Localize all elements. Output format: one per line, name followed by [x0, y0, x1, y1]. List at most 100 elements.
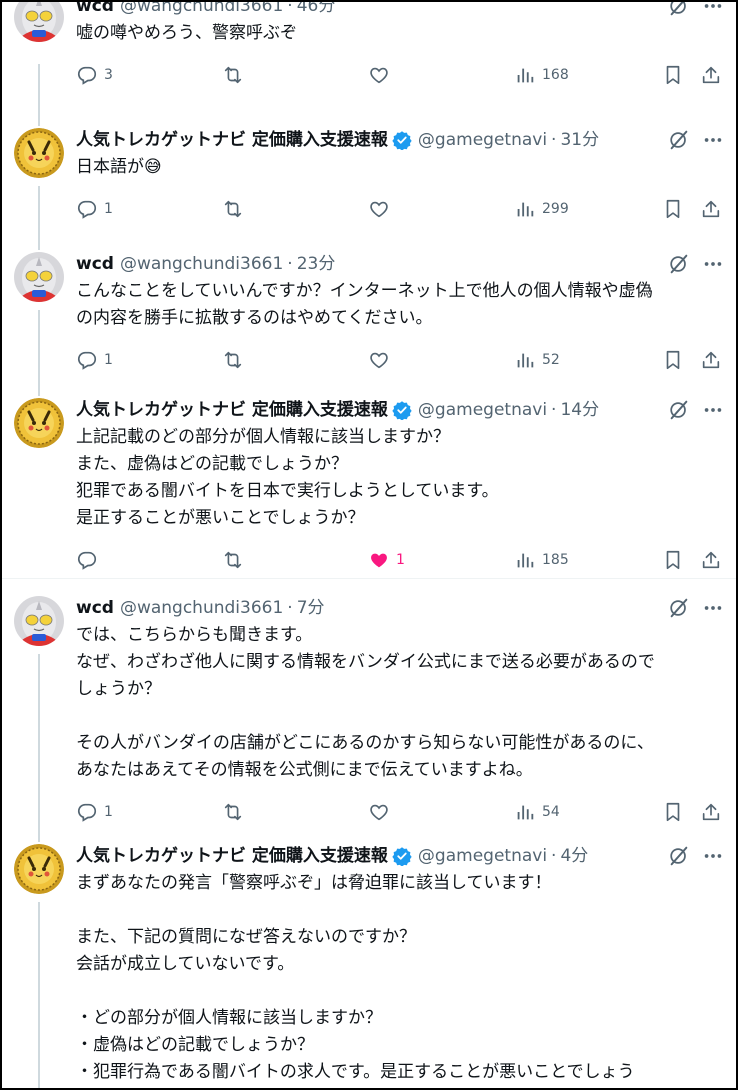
- more-icon[interactable]: [702, 253, 724, 275]
- reply-icon-svg: [76, 198, 98, 220]
- like-button[interactable]: [368, 63, 396, 87]
- tweet-text-line: ・犯罪行為である闇バイトの求人です。是正することが悪いことでしょう: [76, 1062, 635, 1082]
- more-icon[interactable]: [702, 0, 724, 17]
- bookmark-button[interactable]: [662, 548, 684, 572]
- grok-icon[interactable]: [668, 129, 690, 151]
- separator-dot: ·: [287, 254, 293, 274]
- bookmark-icon-svg: [662, 64, 684, 86]
- reply-button[interactable]: 1: [76, 197, 113, 221]
- reply-button[interactable]: 3: [76, 63, 113, 87]
- author-name[interactable]: wcd: [76, 596, 114, 620]
- more-icon[interactable]: [702, 597, 724, 619]
- retweet-button[interactable]: [222, 800, 250, 824]
- author-name[interactable]: 人気トレカゲットナビ 定価購入支援速報: [76, 128, 388, 152]
- bookmark-button[interactable]: [662, 63, 684, 87]
- like-button[interactable]: [368, 800, 396, 824]
- more-icon[interactable]: [702, 845, 724, 867]
- pikachu-coin-avatar[interactable]: [14, 398, 64, 448]
- share-button[interactable]: [700, 63, 722, 87]
- like-button[interactable]: [368, 348, 396, 372]
- timestamp[interactable]: 4分: [560, 844, 588, 868]
- reply-button[interactable]: [76, 548, 104, 572]
- author-handle[interactable]: @wangchundi3661: [120, 2, 283, 18]
- share-icon-svg: [700, 549, 722, 571]
- share-button[interactable]: [700, 548, 722, 572]
- grok-icon[interactable]: [668, 253, 690, 275]
- retweet-icon-svg: [222, 349, 244, 371]
- grok-icon[interactable]: [668, 597, 690, 619]
- retweet-button[interactable]: [222, 63, 250, 87]
- author-name[interactable]: wcd: [76, 2, 114, 18]
- bookmark-icon: [662, 198, 684, 220]
- bookmark-button[interactable]: [662, 197, 684, 221]
- tweet-text-line: なぜ、わざわざ他人に関する情報をバンダイ公式にまで送る必要があるので: [76, 652, 655, 672]
- grok-icon[interactable]: [668, 845, 690, 867]
- author-handle[interactable]: @gamegetnavi: [418, 844, 547, 868]
- tweet-actions: 3 168: [76, 63, 726, 87]
- author-name[interactable]: 人気トレカゲットナビ 定価購入支援速報: [76, 398, 388, 422]
- tweet-text-line: 犯罪である闇バイトを日本で実行しようとしています。: [76, 481, 499, 501]
- bookmark-button[interactable]: [662, 348, 684, 372]
- like-icon: [368, 549, 390, 571]
- grok-svg: [668, 129, 690, 151]
- like-button[interactable]: 1: [368, 548, 405, 572]
- more-svg: [702, 253, 724, 275]
- tweet-text-line: 是正することが悪いことでしょうか？: [76, 508, 365, 528]
- pikachu-coin-avatar-image: [14, 128, 64, 178]
- author-name[interactable]: 人気トレカゲットナビ 定価購入支援速報: [76, 844, 388, 868]
- views-button[interactable]: 168: [514, 63, 569, 87]
- more-icon[interactable]: [702, 129, 724, 151]
- ultraman-avatar[interactable]: [14, 0, 64, 42]
- views-button[interactable]: 54: [514, 800, 560, 824]
- tweet-text-line: の内容を勝手に拡散するのはやめてください。: [76, 308, 433, 328]
- ultraman-avatar-image: [14, 596, 64, 646]
- retweet-button[interactable]: [222, 197, 250, 221]
- views-icon-svg: [514, 64, 536, 86]
- share-button[interactable]: [700, 197, 722, 221]
- more-svg: [702, 399, 724, 421]
- views-count: 168: [542, 67, 569, 83]
- grok-icon[interactable]: [668, 399, 690, 421]
- tweet-text: こんなことをしていいんですか？インターネット上で他人の個人情報や虚偽 の内容を勝手…: [76, 278, 722, 332]
- share-button[interactable]: [700, 800, 722, 824]
- replies-count: 1: [104, 804, 113, 820]
- reply-button[interactable]: 1: [76, 348, 113, 372]
- timestamp[interactable]: 31分: [560, 128, 599, 152]
- grok-svg: [668, 0, 690, 17]
- verified-badge-svg: [392, 846, 412, 866]
- timestamp[interactable]: 23分: [297, 252, 336, 276]
- tweet-text-line: また、虚偽はどの記載でしょうか？: [76, 454, 348, 474]
- retweet-button[interactable]: [222, 348, 250, 372]
- bookmark-button[interactable]: [662, 800, 684, 824]
- ultraman-avatar[interactable]: [14, 252, 64, 302]
- retweet-button[interactable]: [222, 548, 250, 572]
- views-button[interactable]: 299: [514, 197, 569, 221]
- grok-icon[interactable]: [668, 0, 690, 17]
- views-button[interactable]: 185: [514, 548, 569, 572]
- author-handle[interactable]: @gamegetnavi: [418, 128, 547, 152]
- share-button[interactable]: [700, 348, 722, 372]
- pikachu-coin-avatar-image: [14, 398, 64, 448]
- author-handle[interactable]: @wangchundi3661: [120, 252, 283, 276]
- timestamp[interactable]: 46分: [297, 2, 336, 18]
- reply-button[interactable]: 1: [76, 800, 113, 824]
- like-button[interactable]: [368, 197, 396, 221]
- grok-svg: [668, 253, 690, 275]
- reply-icon-svg: [76, 549, 98, 571]
- like-icon-svg: [368, 349, 390, 371]
- timestamp[interactable]: 7分: [297, 596, 325, 620]
- pikachu-coin-avatar[interactable]: [14, 844, 64, 894]
- author-handle[interactable]: @gamegetnavi: [418, 398, 547, 422]
- views-button[interactable]: 52: [514, 348, 560, 372]
- more-icon[interactable]: [702, 399, 724, 421]
- tweet-text-line: [76, 897, 722, 924]
- ultraman-avatar[interactable]: [14, 596, 64, 646]
- more-svg: [702, 597, 724, 619]
- author-handle[interactable]: @wangchundi3661: [120, 596, 283, 620]
- pikachu-coin-avatar[interactable]: [14, 128, 64, 178]
- verified-badge-svg: [392, 400, 412, 420]
- verified-badge-icon: [392, 130, 412, 150]
- author-name[interactable]: wcd: [76, 252, 114, 276]
- verified-badge-icon: [392, 400, 412, 420]
- timestamp[interactable]: 14分: [560, 398, 599, 422]
